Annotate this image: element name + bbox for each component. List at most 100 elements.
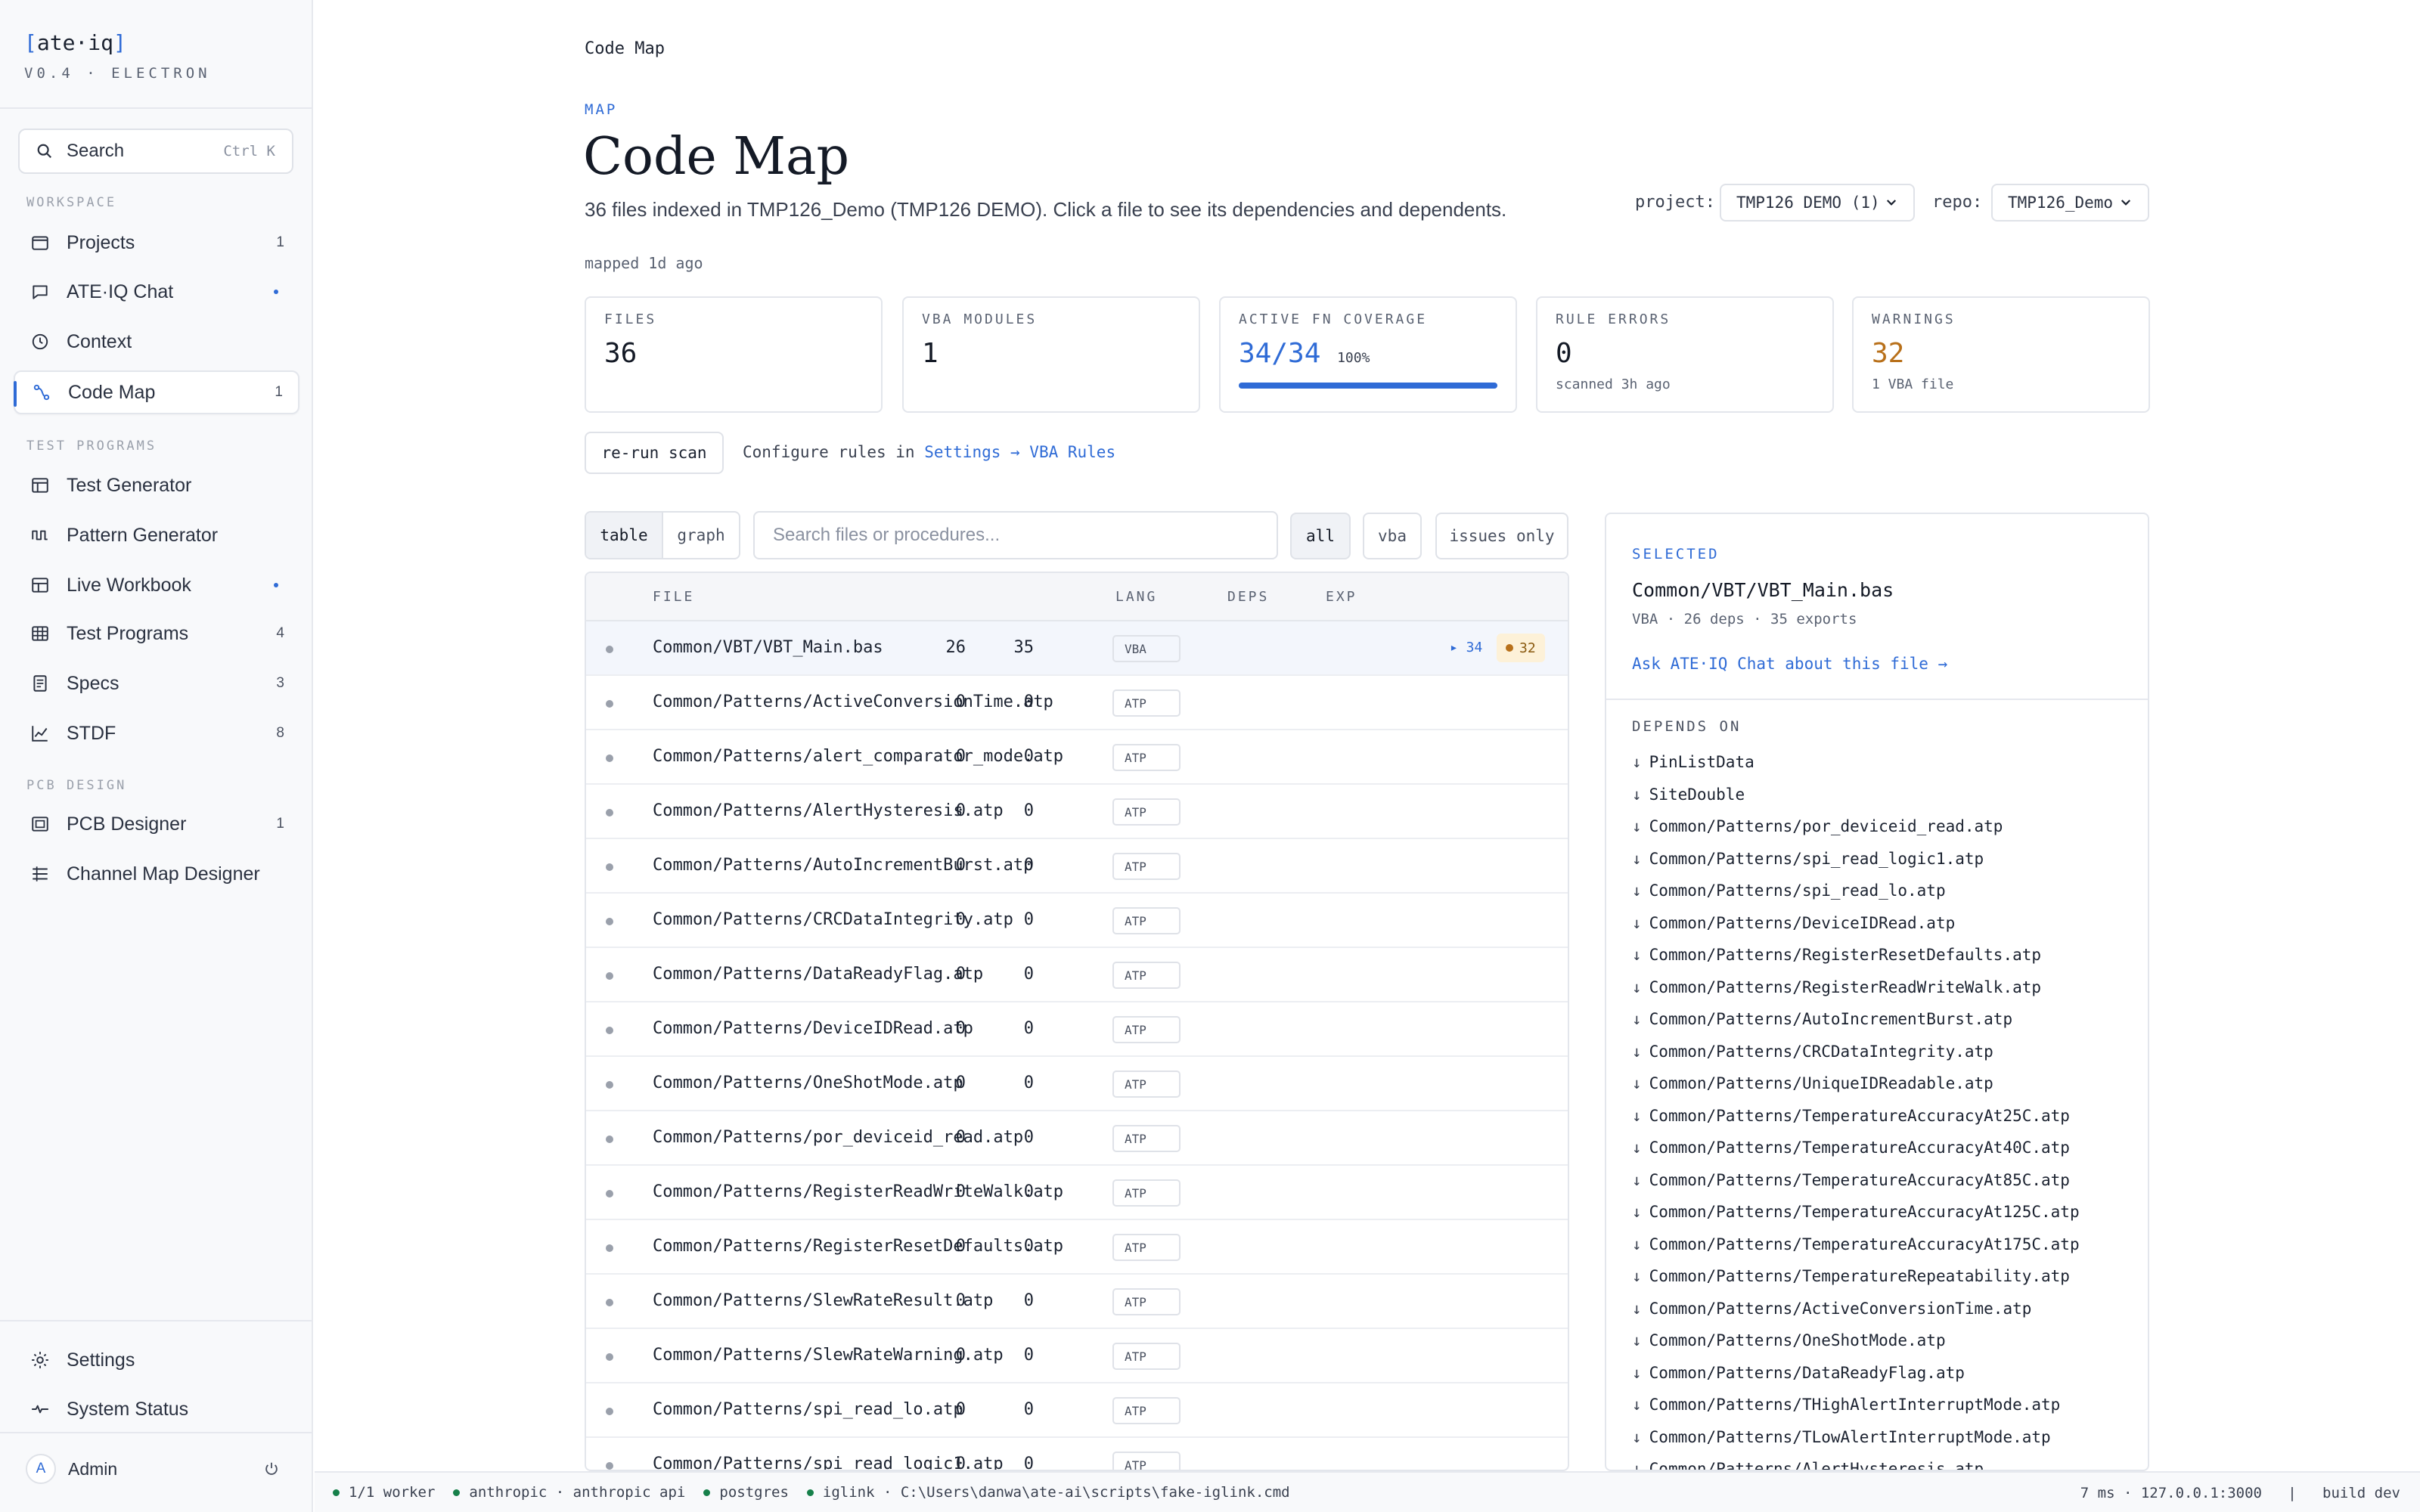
table-row[interactable]: Common/Patterns/spi_read_lo.atp ATP 0 0 [586, 1383, 1568, 1438]
arrow-down-icon: ↓ [1632, 1427, 1642, 1446]
table-row[interactable]: Common/Patterns/RegisterResetDefaults.at… [586, 1220, 1568, 1275]
project-select[interactable]: TMP126 DEMO (1) [1720, 184, 1915, 222]
sidebar-item-pattern-generator[interactable]: Pattern Generator [14, 513, 299, 557]
file-search-input[interactable]: Search files or procedures... [753, 511, 1278, 559]
row-lang-badge: ATP [1112, 1070, 1181, 1098]
dependency-item[interactable]: ↓ Common/Patterns/por_deviceid_read.atp [1632, 817, 2080, 850]
table-row[interactable]: Common/Patterns/DataReadyFlag.atp ATP 0 0 [586, 948, 1568, 1002]
status-right: 7 ms · 127.0.0.1:3000 | build dev [2080, 1485, 2400, 1501]
sidebar-item-test-programs[interactable]: Test Programs 4 [14, 612, 299, 655]
sidebar-item-label: Projects [67, 231, 135, 253]
sidebar-item-chat[interactable]: ATE·IQ Chat [14, 270, 299, 314]
ask-chat-link[interactable]: Ask ATE·IQ Chat about this file → [1632, 655, 1947, 673]
stat-label: VBA MODULES [922, 311, 1038, 327]
sidebar-item-context[interactable]: Context [14, 320, 299, 364]
table-row[interactable]: Common/Patterns/AlertHysteresis.atp ATP 0 0 [586, 785, 1568, 839]
dependency-item[interactable]: ↓ Common/Patterns/DeviceIDRead.atp [1632, 914, 2080, 947]
sidebar-divider [0, 107, 312, 109]
filter-issues-chip[interactable]: issues only [1435, 513, 1568, 559]
dependency-item[interactable]: ↓ Common/Patterns/TemperatureRepeatabilit… [1632, 1267, 2080, 1300]
dependency-item[interactable]: ↓ Common/Patterns/RegisterResetDefaults.a… [1632, 946, 2080, 978]
dependency-item[interactable]: ↓ PinListData [1632, 753, 2080, 785]
dependency-item[interactable]: ↓ Common/Patterns/OneShotMode.atp [1632, 1331, 2080, 1364]
filter-vba-chip[interactable]: vba [1363, 513, 1422, 559]
sidebar-item-test-generator[interactable]: Test Generator [14, 463, 299, 507]
row-file: Common/Patterns/spi_read_lo.atp [653, 1400, 963, 1419]
table-row[interactable]: Common/Patterns/CRCDataIntegrity.atp ATP 0… [586, 894, 1568, 948]
row-lang-badge: ATP [1112, 1343, 1181, 1370]
dependency-item[interactable]: ↓ Common/Patterns/TLowAlertInterruptMode.… [1632, 1428, 2080, 1461]
power-icon[interactable] [263, 1461, 280, 1477]
table-row[interactable]: Common/Patterns/alert_comparator_mode.at… [586, 730, 1568, 785]
row-lang-badge: ATP [1112, 1125, 1181, 1152]
dependency-item[interactable]: ↓ Common/Patterns/TemperatureAccuracyAt85… [1632, 1171, 2080, 1204]
row-lang-badge: ATP [1112, 1016, 1181, 1043]
table-row[interactable]: Common/Patterns/SlewRateWarning.atp ATP 0 0 [586, 1329, 1568, 1383]
column-header-file[interactable]: FILE [653, 589, 694, 605]
tab-table[interactable]: table [586, 513, 663, 558]
sidebar-item-projects[interactable]: Projects 1 [14, 221, 299, 265]
vba-rules-link[interactable]: Settings → VBA Rules [924, 443, 1115, 461]
dependency-item[interactable]: ↓ Common/Patterns/RegisterReadWriteWalk.a… [1632, 978, 2080, 1011]
dependency-name: Common/Patterns/THighAlertInterruptMode.… [1649, 1396, 2061, 1414]
app-logo[interactable]: [ate·iq] [24, 30, 126, 55]
column-header-deps[interactable]: DEPS [1227, 589, 1269, 605]
dependency-name: Common/Patterns/RegisterReadWriteWalk.at… [1649, 978, 2042, 996]
dependency-item[interactable]: ↓ Common/Patterns/TemperatureAccuracyAt40… [1632, 1139, 2080, 1171]
table-row[interactable]: Common/Patterns/spi_read_logic1.atp ATP 0 0 [586, 1438, 1568, 1470]
table-row[interactable]: Common/Patterns/por_deviceid_read.atp ATP… [586, 1111, 1568, 1166]
filter-all-chip[interactable]: all [1290, 513, 1351, 559]
sidebar-item-live-workbook[interactable]: Live Workbook [14, 563, 299, 607]
sidebar-item-system-status[interactable]: System Status [14, 1387, 299, 1431]
arrow-down-icon: ↓ [1632, 1106, 1642, 1125]
column-header-exp[interactable]: EXP [1326, 589, 1357, 605]
row-file: Common/Patterns/AlertHysteresis.atp [653, 801, 1004, 820]
dependency-name: Common/Patterns/AutoIncrementBurst.atp [1649, 1010, 2013, 1028]
dependency-item[interactable]: ↓ Common/Patterns/CRCDataIntegrity.atp [1632, 1043, 2080, 1075]
sidebar-item-label: Specs [67, 672, 119, 694]
row-bullet [606, 918, 613, 925]
repo-select[interactable]: TMP126_Demo [1991, 184, 2149, 222]
row-file: Common/Patterns/ActiveConversionTime.atp [653, 692, 1053, 711]
dependency-item[interactable]: ↓ Common/Patterns/TemperatureAccuracyAt17… [1632, 1235, 2080, 1268]
dependency-item[interactable]: ↓ Common/Patterns/THighAlertInterruptMode… [1632, 1396, 2080, 1428]
stat-value: 1 [922, 338, 939, 369]
dependency-item[interactable]: ↓ Common/Patterns/UniqueIDReadable.atp [1632, 1074, 2080, 1107]
status-ok-dot [333, 1489, 340, 1496]
selected-meta: VBA · 26 deps · 35 exports [1632, 611, 1857, 627]
table-row[interactable]: Common/Patterns/AutoIncrementBurst.atp AT… [586, 839, 1568, 894]
sidebar-item-channel-map-designer[interactable]: Channel Map Designer [14, 852, 299, 896]
dependency-item[interactable]: ↓ Common/Patterns/spi_read_logic1.atp [1632, 850, 2080, 882]
stat-label: RULE ERRORS [1556, 311, 1671, 327]
tab-graph[interactable]: graph [663, 513, 739, 558]
table-row[interactable]: Common/Patterns/ActiveConversionTime.atp… [586, 676, 1568, 730]
table-row[interactable]: Common/Patterns/SlewRateResult.atp ATP 0 0 [586, 1275, 1568, 1329]
sidebar-item-settings[interactable]: Settings [14, 1338, 299, 1382]
dependency-item[interactable]: ↓ Common/Patterns/TemperatureAccuracyAt12… [1632, 1203, 2080, 1235]
table-row[interactable]: Common/Patterns/OneShotMode.atp ATP 0 0 [586, 1057, 1568, 1111]
dependency-item[interactable]: ↓ Common/Patterns/AutoIncrementBurst.atp [1632, 1010, 2080, 1043]
sidebar-search[interactable]: Search Ctrl K [18, 129, 293, 174]
sidebar-item-stdf[interactable]: STDF 8 [14, 711, 299, 755]
column-header-lang[interactable]: LANG [1115, 589, 1157, 605]
dependency-item[interactable]: ↓ Common/Patterns/DataReadyFlag.atp [1632, 1364, 2080, 1396]
layout-icon [29, 474, 51, 497]
arrow-down-icon: ↓ [1632, 1396, 1642, 1414]
sidebar-item-code-map[interactable]: Code Map 1 [14, 370, 299, 414]
table-row[interactable]: Common/Patterns/DeviceIDRead.atp ATP 0 0 [586, 1002, 1568, 1057]
row-bullet [606, 1244, 613, 1252]
config-hint-text: Configure rules in [743, 443, 915, 461]
rerun-scan-button[interactable]: re-run scan [585, 432, 724, 474]
table-row[interactable]: Common/Patterns/RegisterReadWriteWalk.at… [586, 1166, 1568, 1220]
table-row[interactable]: Common/VBT/VBT_Main.bas VBA 26 35 ▸ 34 32 [586, 621, 1568, 676]
sidebar-item-pcb-designer[interactable]: PCB Designer 1 [14, 802, 299, 846]
arrow-down-icon: ↓ [1632, 753, 1642, 771]
user-menu[interactable]: A Admin [11, 1447, 296, 1491]
dependency-item[interactable]: ↓ Common/Patterns/AlertHysteresis.atp [1632, 1460, 2080, 1470]
dependency-item[interactable]: ↓ Common/Patterns/ActiveConversionTime.at… [1632, 1300, 2080, 1332]
arrow-down-icon: ↓ [1632, 1170, 1642, 1189]
dependency-item[interactable]: ↓ Common/Patterns/spi_read_lo.atp [1632, 881, 2080, 914]
dependency-item[interactable]: ↓ Common/Patterns/TemperatureAccuracyAt25… [1632, 1107, 2080, 1139]
sidebar-item-specs[interactable]: Specs 3 [14, 662, 299, 705]
dependency-item[interactable]: ↓ SiteDouble [1632, 785, 2080, 818]
